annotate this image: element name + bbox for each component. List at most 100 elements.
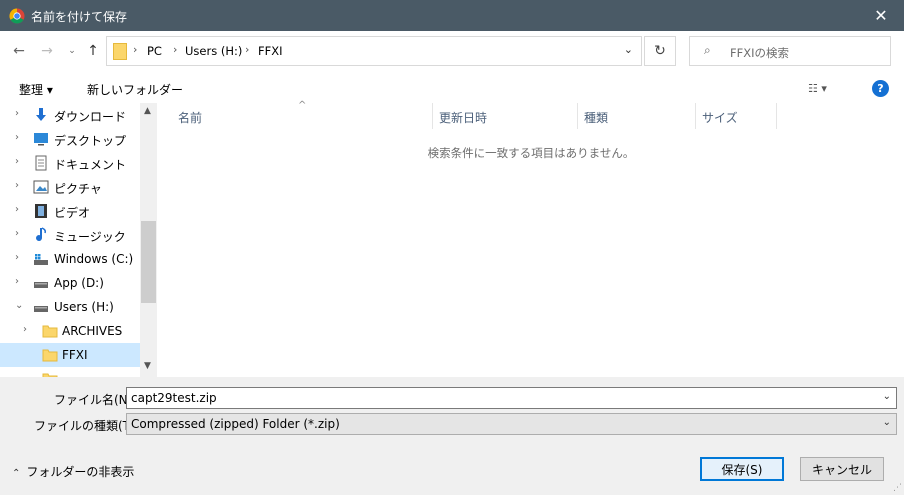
resize-grip-icon[interactable]: ⋰	[893, 483, 902, 493]
scroll-down-icon[interactable]: ▼	[144, 361, 151, 371]
hide-folders-label: フォルダーの非表示	[26, 465, 135, 479]
file-list-pane[interactable]: ^ 名前 更新日時 種類 サイズ 検索条件に一致する項目はありません。	[158, 100, 904, 377]
document-icon	[35, 155, 47, 171]
chevron-down-icon: ⌄	[68, 46, 76, 56]
refresh-icon: ↻	[654, 43, 666, 59]
chevron-right-icon[interactable]: ›	[15, 204, 19, 215]
search-box[interactable]: ⌕ FFXIの検索	[689, 36, 891, 66]
address-dropdown-icon[interactable]: ⌄	[624, 43, 633, 56]
hide-folders-button[interactable]: ⌃ フォルダーの非表示	[12, 463, 134, 480]
chevron-right-icon[interactable]: ›	[15, 228, 19, 239]
sidebar-item-partial[interactable]	[0, 367, 140, 377]
column-header-type[interactable]: 種類	[578, 103, 696, 129]
filetype-label: ファイルの種類(T):	[34, 419, 139, 433]
search-placeholder: FFXIの検索	[730, 46, 789, 60]
breadcrumb-pc[interactable]: PC	[147, 44, 162, 58]
sidebar-item-windows-c[interactable]: › Windows (C:)	[0, 247, 140, 271]
scroll-up-icon[interactable]: ▲	[144, 106, 151, 116]
save-button[interactable]: 保存(S)	[700, 457, 784, 481]
back-button[interactable]: ←	[9, 41, 29, 61]
sidebar-item-label: App (D:)	[54, 276, 104, 290]
chevron-down-icon[interactable]: ⌄	[883, 391, 891, 402]
folder-icon	[113, 43, 127, 60]
desktop-icon	[34, 133, 48, 146]
filename-label: ファイル名(N):	[54, 393, 137, 407]
chevron-right-icon[interactable]: ›	[15, 108, 19, 119]
sidebar-item-pictures[interactable]: › ピクチャ	[0, 175, 140, 199]
back-arrow-icon: ←	[13, 43, 25, 59]
sidebar-item-music[interactable]: › ミュージック	[0, 223, 140, 247]
drive-icon	[34, 306, 48, 312]
folder-icon	[42, 325, 58, 338]
address-bar[interactable]: › PC › Users (H:) › FFXI ⌄	[106, 36, 642, 66]
toolbar: 整理 ▾ 新しいフォルダー ☷ ▾ ?	[0, 73, 904, 103]
chevron-right-icon[interactable]: ›	[23, 324, 27, 335]
download-icon	[36, 108, 46, 121]
music-icon	[36, 227, 46, 242]
sidebar-scrollbar[interactable]: ▲ ▼	[140, 103, 157, 377]
sidebar-item-label: FFXI	[62, 348, 88, 362]
sidebar-item-documents[interactable]: › ドキュメント	[0, 151, 140, 175]
column-header-label: 名前	[178, 111, 203, 125]
chevron-down-icon[interactable]: ⌄	[15, 300, 23, 311]
title-bar: 名前を付けて保存 ✕	[0, 0, 904, 31]
sidebar-item-label: ミュージック	[54, 230, 126, 244]
scrollbar-thumb[interactable]	[141, 221, 156, 303]
chevron-right-icon[interactable]: ›	[15, 252, 19, 263]
chevron-right-icon[interactable]: ›	[15, 132, 19, 143]
empty-message: 検索条件に一致する項目はありません。	[427, 146, 635, 160]
video-icon	[35, 204, 47, 218]
sidebar-item-desktop[interactable]: › デスクトップ	[0, 127, 140, 151]
chevron-down-icon: ⌄	[882, 417, 891, 428]
save-form: ファイル名(N): capt29test.zip ⌄ ファイルの種類(T): C…	[0, 377, 904, 495]
sidebar-item-label: Users (H:)	[54, 300, 114, 314]
cancel-button[interactable]: キャンセル	[800, 457, 884, 481]
recent-locations-button[interactable]: ⌄	[62, 41, 82, 61]
sidebar-item-label: ARCHIVES	[62, 324, 123, 338]
breadcrumb-users[interactable]: Users (H:)	[185, 44, 242, 58]
window-title: 名前を付けて保存	[31, 10, 128, 24]
chevron-right-icon[interactable]: ›	[15, 180, 19, 191]
filename-field[interactable]: capt29test.zip ⌄	[126, 387, 897, 409]
filetype-select[interactable]: Compressed (zipped) Folder (*.zip) ⌄	[126, 413, 897, 435]
up-button[interactable]: ↑	[83, 41, 103, 61]
close-button[interactable]: ✕	[858, 0, 904, 31]
drive-icon	[34, 282, 48, 288]
column-header-modified[interactable]: 更新日時	[433, 103, 578, 129]
column-header-label: 更新日時	[439, 111, 488, 125]
column-header-label: 種類	[584, 111, 609, 125]
refresh-button[interactable]: ↻	[644, 36, 676, 66]
filetype-value: Compressed (zipped) Folder (*.zip)	[131, 417, 340, 431]
up-arrow-icon: ↑	[87, 43, 99, 59]
chevron-right-icon[interactable]: ›	[15, 156, 19, 167]
column-header-name[interactable]: 名前	[172, 103, 433, 129]
column-header-size[interactable]: サイズ	[696, 103, 777, 129]
sidebar-item-label: Windows (C:)	[54, 252, 134, 266]
organize-button[interactable]: 整理 ▾	[19, 81, 53, 98]
filename-value: capt29test.zip	[131, 391, 217, 405]
close-icon: ✕	[874, 6, 888, 25]
drive-windows-icon	[34, 254, 48, 265]
sidebar-item-videos[interactable]: › ビデオ	[0, 199, 140, 223]
breadcrumb-ffxi[interactable]: FFXI	[258, 44, 283, 58]
sidebar-item-label: ビデオ	[54, 206, 91, 220]
pictures-icon	[33, 180, 49, 194]
sidebar-item-archives[interactable]: › ARCHIVES	[0, 319, 140, 343]
folder-icon	[42, 349, 58, 362]
breadcrumb-separator-icon: ›	[173, 43, 178, 56]
help-button[interactable]: ?	[872, 80, 889, 97]
breadcrumb-separator-icon: ›	[133, 43, 138, 56]
sidebar-item-users-h[interactable]: ⌄ Users (H:)	[0, 295, 140, 319]
chevron-right-icon[interactable]: ›	[15, 276, 19, 287]
chevron-up-icon: ⌃	[12, 468, 21, 479]
sidebar-item-label: デスクトップ	[54, 134, 127, 148]
new-folder-button[interactable]: 新しいフォルダー	[87, 81, 183, 98]
sidebar-item-ffxi[interactable]: FFXI	[0, 343, 140, 367]
forward-button[interactable]: →	[37, 41, 57, 61]
sidebar-item-downloads[interactable]: › ダウンロード	[0, 103, 140, 127]
chrome-icon	[9, 8, 25, 24]
breadcrumb-separator-icon: ›	[245, 43, 250, 56]
navigation-pane: › ダウンロード › デスクトップ › ドキュメント › ピクチャ › ビデオ …	[0, 103, 158, 377]
view-options-icon[interactable]: ☷ ▾	[808, 82, 827, 95]
sidebar-item-app-d[interactable]: › App (D:)	[0, 271, 140, 295]
